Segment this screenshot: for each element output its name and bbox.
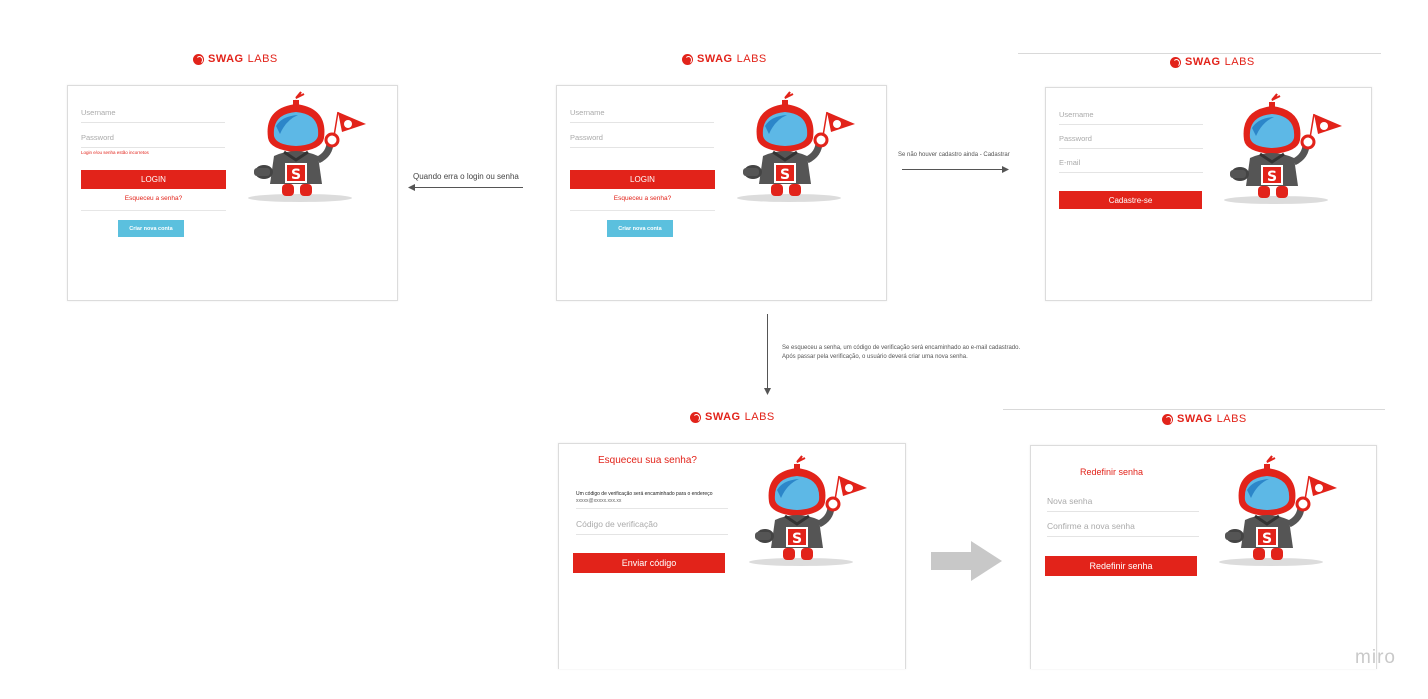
login-button[interactable]: LOGIN [81,170,226,189]
password-input[interactable]: Password [81,133,225,148]
brand-swag-text: SWAG [1185,56,1221,68]
mascot-illustration [735,88,865,208]
brand-labs-text: LABS [744,411,775,423]
mascot-illustration [1217,452,1347,572]
brand-logo: SWAG LABS [1162,413,1247,425]
forgot-password-link[interactable]: Esqueceu a senha? [570,195,715,202]
swag-logo-icon [690,411,701,423]
mascot-illustration [1222,90,1352,210]
username-input[interactable]: Username [1059,110,1203,125]
brand-logo: SWAG LABS [690,411,775,423]
brand-labs-text: LABS [247,53,278,65]
username-input[interactable]: Username [81,108,225,123]
brand-swag-text: SWAG [705,411,741,423]
create-account-button[interactable]: Criar nova conta [607,220,673,237]
forgot-password-link[interactable]: Esqueceu a senha? [81,195,226,202]
mascot-illustration [246,88,376,208]
send-code-button[interactable]: Enviar código [573,553,725,573]
reset-password-button[interactable]: Redefinir senha [1045,556,1197,576]
login-button[interactable]: LOGIN [570,170,715,189]
brand-labs-text: LABS [1224,56,1255,68]
create-account-button[interactable]: Criar nova conta [118,220,184,237]
reset-password-card: Redefinir senha Nova senha Confirme a no… [1030,445,1377,669]
brand-labs-text: LABS [1216,413,1247,425]
brand-swag-text: SWAG [208,53,244,65]
arrow-down-icon [764,388,771,395]
brand-logo: SWAG LABS [682,53,767,65]
mascot-illustration [747,452,877,572]
forgot-heading: Esqueceu sua senha? [598,455,697,466]
password-input[interactable]: Password [1059,134,1203,149]
brand-swag-text: SWAG [697,53,733,65]
signup-button[interactable]: Cadastre-se [1059,191,1202,209]
swag-logo-icon [1170,56,1181,68]
confirm-password-input[interactable]: Confirme a nova senha [1047,521,1199,537]
next-step-arrow-icon [931,541,1002,581]
login-error-card: Username Password Login e/ou senha estão… [67,85,398,301]
forgot-flow-note-line1: Se esqueceu a senha, um código de verifi… [782,345,1021,351]
arrow-left-icon [408,184,415,191]
divider [570,210,715,211]
forgot-flow-arrow [767,314,768,390]
swag-logo-icon [682,53,693,65]
swag-logo-icon [193,53,204,65]
login-error-message: Login e/ou senha estão incorretos [81,150,149,155]
username-input[interactable]: Username [570,108,714,123]
login-card: Username Password LOGIN Esqueceu a senha… [556,85,887,301]
reset-heading: Redefinir senha [1080,467,1144,477]
divider [81,210,226,211]
error-flow-arrow [411,187,523,188]
frame-top-line [1018,53,1381,54]
verification-code-input[interactable]: Código de verificação [576,519,728,535]
signup-card: Username Password E-mail Cadastre-se [1045,87,1372,301]
verification-info-text: Um código de verificação será encaminhad… [576,491,713,497]
forgot-password-card: Esqueceu sua senha? Um código de verific… [558,443,906,669]
brand-labs-text: LABS [736,53,767,65]
password-input[interactable]: Password [570,133,714,148]
forgot-flow-note-line2: Após passar pela verificação, o usuário … [782,354,968,360]
error-flow-note: Quando erra o login ou senha [413,172,519,181]
signup-flow-note: Se não houver cadastro ainda - Cadastrar [898,152,1010,158]
frame-top-line [1003,409,1385,410]
brand-logo: SWAG LABS [1170,56,1255,68]
brand-logo: SWAG LABS [193,53,278,65]
brand-swag-text: SWAG [1177,413,1213,425]
miro-watermark: miro [1355,647,1396,668]
new-password-input[interactable]: Nova senha [1047,496,1199,512]
email-input[interactable]: E-mail [1059,158,1203,173]
divider [576,508,728,509]
arrow-right-icon [1002,166,1009,173]
signup-flow-arrow [902,169,1006,170]
masked-email-text: xxxxx@xxxxx.xxx.xx [576,498,622,504]
swag-logo-icon [1162,413,1173,425]
